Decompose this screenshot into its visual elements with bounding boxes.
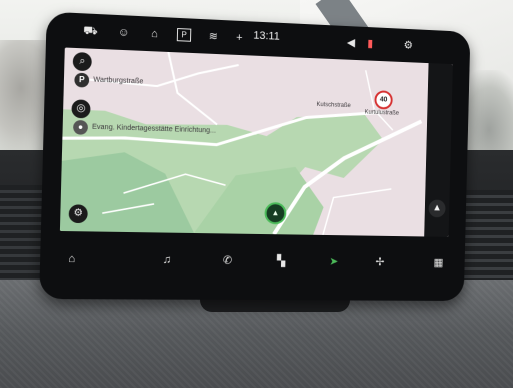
navigation-icon[interactable]: ➤ — [326, 255, 342, 269]
car-interior-photo: ⛟ ☺ ⌂ P ≋ + 13:11 ◀ ▮ ⚙ ⌕ P Wartburgstra… — [0, 0, 513, 388]
fan-icon[interactable]: ✢ — [372, 255, 388, 269]
road-label-1: Kutschstraße — [316, 102, 350, 109]
car-icon[interactable]: ⛟ — [82, 24, 99, 39]
plus-icon[interactable]: + — [231, 31, 247, 46]
person-icon[interactable]: ☺ — [115, 25, 132, 40]
phone-icon[interactable]: ✆ — [219, 254, 235, 268]
map-view[interactable]: ⌕ P Wartburgstraße ◎ ● Evang. Kindertage… — [60, 48, 453, 237]
infotainment-display: ⛟ ☺ ⌂ P ≋ + 13:11 ◀ ▮ ⚙ ⌕ P Wartburgstra… — [39, 12, 470, 301]
map-side-panel: ▲ — [424, 63, 453, 237]
road-label-2: Kurtulustraße — [365, 110, 399, 117]
seat-icon[interactable]: ⌂ — [146, 27, 163, 42]
volume-icon[interactable]: ◀ — [343, 36, 359, 50]
hvac-icon[interactable]: ≋ — [205, 29, 221, 44]
map-canvas — [60, 48, 453, 237]
clock: 13:11 — [253, 30, 280, 43]
apps-icon[interactable]: ▚ — [273, 254, 289, 268]
parking-icon[interactable]: P — [177, 28, 192, 42]
music-icon[interactable]: ♫ — [159, 253, 176, 267]
home-icon[interactable]: ⌂ — [63, 252, 80, 267]
bottom-nav-bar: ⌂ ♫ ✆ ▚ ➤ ✢ ▦ — [54, 237, 452, 287]
compass-button[interactable]: ▲ — [428, 200, 445, 218]
grid-icon[interactable]: ▦ — [431, 256, 446, 270]
settings-icon[interactable]: ⚙ — [401, 38, 416, 52]
signal-icon: ▮ — [362, 37, 378, 51]
